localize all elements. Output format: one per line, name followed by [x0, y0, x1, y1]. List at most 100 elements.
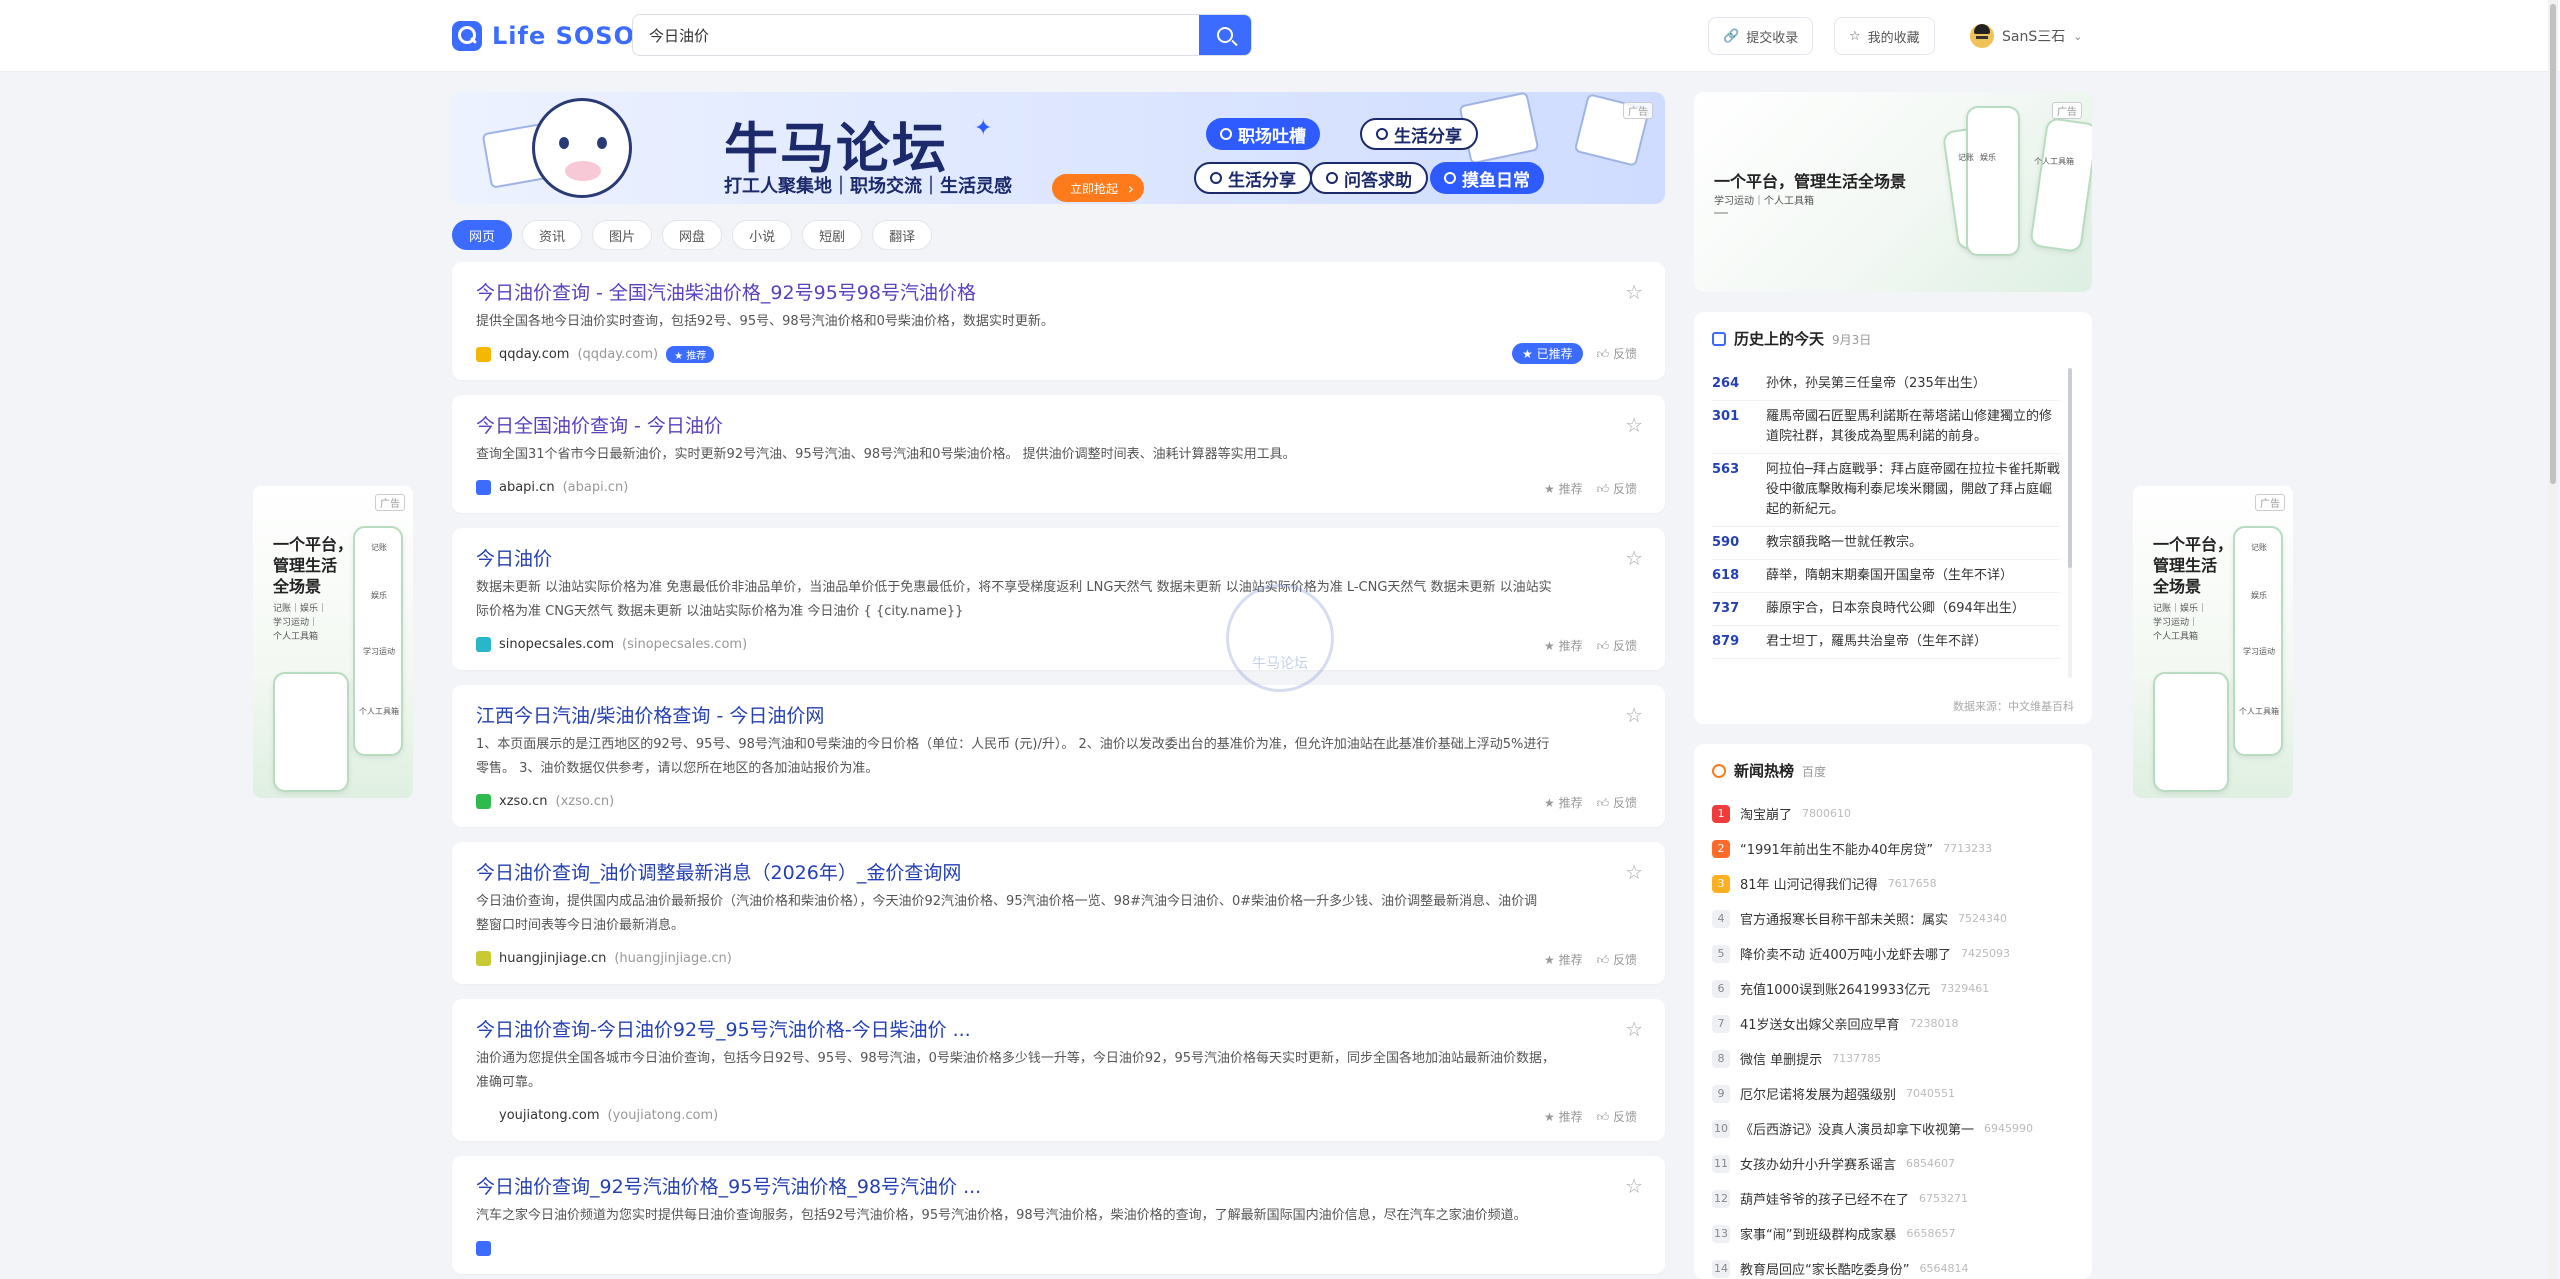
result-title-link[interactable]: 今日油价查询_油价调整最新消息（2026年）_金价查询网	[476, 860, 1641, 886]
result-site[interactable]: youjiatong.com	[499, 1108, 600, 1123]
tab-short-dramas[interactable]: 短剧	[802, 220, 863, 250]
tab-web[interactable]: 网页	[452, 220, 513, 250]
circle-icon	[1220, 128, 1232, 140]
favorite-star-icon[interactable]: ☆	[1625, 413, 1643, 437]
page-scrollbar-thumb[interactable]	[2550, 4, 2556, 484]
banner-ad[interactable]: 牛马论坛 ✦ 打工人聚集地｜职场交流｜生活灵感 立即抢起 职场吐槽 生活分享 生…	[452, 92, 1665, 204]
recommend-button[interactable]: ★ 推荐	[1544, 951, 1583, 968]
submit-site-button[interactable]: 🔗 提交收录	[1708, 17, 1814, 55]
favorite-star-icon[interactable]: ☆	[1625, 703, 1643, 727]
feedback-button[interactable]: 👍︎ 反馈	[1597, 637, 1637, 654]
list-item[interactable]: 3 81年 山河记得我们记得 7617658	[1712, 866, 2074, 901]
news-title: 降价卖不动 近400万吨小龙虾去哪了	[1740, 948, 1951, 963]
sparkle-icon: ✦	[974, 116, 993, 141]
list-item[interactable]: 1 淘宝崩了 7800610	[1712, 796, 2074, 831]
right-panel-ad[interactable]: 广告 一个平台，管理生活全场景 学习运动｜个人工具箱 记账 娱乐 个人工具箱	[1694, 92, 2092, 292]
list-item[interactable]: 10 《后西游记》没真人演员却拿下收视第一 6945990	[1712, 1111, 2074, 1146]
result-title-link[interactable]: 江西今日汽油/柴油价格查询 - 今日油价网	[476, 703, 1641, 729]
list-item[interactable]: 9 厄尔尼诺将发展为超强级别 7040551	[1712, 1076, 2074, 1111]
news-heat: 6753271	[1919, 1192, 1969, 1205]
feedback-button[interactable]: 👍︎ 反馈	[1597, 1108, 1637, 1125]
result-title-link[interactable]: 今日油价查询_92号汽油价格_95号汽油价格_98号汽油价 ...	[476, 1174, 1641, 1200]
result-meta: sinopecsales.com (sinopecsales.com)	[476, 634, 1641, 654]
left-side-ad[interactable]: 广告 一个平台， 管理生活 全场景 记账｜娱乐｜ 学习运动｜ 个人工具箱 记账 …	[253, 486, 413, 798]
thumb-icon: 👍︎	[1596, 482, 1613, 496]
my-favorites-button[interactable]: ☆ 我的收藏	[1834, 17, 1935, 55]
ad-tag: 广告	[375, 494, 405, 511]
banner-pill[interactable]: 生活分享	[1360, 118, 1478, 150]
favorite-star-icon[interactable]: ☆	[1625, 280, 1643, 304]
list-item[interactable]: 5 降价卖不动 近400万吨小龙虾去哪了 7425093	[1712, 936, 2074, 971]
news-rank: 2	[1712, 839, 1730, 858]
banner-cta-button[interactable]: 立即抢起	[1052, 174, 1145, 202]
news-heat: 6945990	[1984, 1122, 2034, 1135]
result-title-link[interactable]: 今日全国油价查询 - 今日油价	[476, 413, 1641, 439]
result-site[interactable]: abapi.cn	[499, 480, 555, 495]
phone-illustration	[273, 672, 349, 792]
banner-pill-label: 职场吐槽	[1238, 126, 1306, 147]
history-scrollbar[interactable]	[2068, 368, 2072, 678]
news-title: 官方通报寒长目称干部未关照：属实	[1740, 913, 1949, 928]
site-logo[interactable]: Life SOSO	[452, 18, 635, 54]
list-item[interactable]: 6 充值1000误到账26419933亿元 7329461	[1712, 971, 2074, 1006]
feedback-button[interactable]: 👍︎ 反馈	[1597, 480, 1637, 497]
phone-label: 娱乐	[2251, 591, 2267, 600]
phone-label: 娱乐	[371, 591, 387, 600]
banner-pill[interactable]: 摸鱼日常	[1430, 162, 1544, 194]
history-list[interactable]: 264 孙休，孙吴第三任皇帝（235年出生） 301 羅馬帝國石匠聖馬利諾斯在蒂塔諾…	[1712, 368, 2060, 659]
favorite-star-icon[interactable]: ☆	[1625, 1017, 1643, 1041]
result-site[interactable]: huangjinjiage.cn	[499, 951, 606, 966]
scrollbar-thumb[interactable]	[2068, 368, 2072, 568]
feedback-button[interactable]: 👍︎ 反馈	[1597, 794, 1637, 811]
list-item[interactable]: 590 教宗額我略一世就任教宗。	[1712, 527, 2060, 560]
user-menu[interactable]: SanS三石 ⌄	[1970, 18, 2082, 54]
tab-novels[interactable]: 小说	[732, 220, 793, 250]
recommend-button[interactable]: ★ 推荐	[1544, 1108, 1583, 1125]
list-item[interactable]: 2 “1991年前出生不能办40年房贷” 7713233	[1712, 831, 2074, 866]
search-button[interactable]	[1199, 15, 1251, 55]
list-item[interactable]: 879 君士坦丁，羅馬共治皇帝（生年不詳）	[1712, 626, 2060, 659]
result-snippet: 油价通为您提供全国各城市今日油价查询，包括今日92号、95号、98号汽油，0号柴…	[476, 1047, 1641, 1095]
result-site[interactable]: sinopecsales.com	[499, 637, 614, 652]
list-item[interactable]: 264 孙休，孙吴第三任皇帝（235年出生）	[1712, 368, 2060, 401]
tab-netdisk[interactable]: 网盘	[662, 220, 723, 250]
list-item[interactable]: 8 微信 单删提示 7137785	[1712, 1041, 2074, 1076]
tab-images[interactable]: 图片	[592, 220, 653, 250]
result-site[interactable]: xzso.cn	[499, 794, 548, 809]
banner-pill[interactable]: 生活分享	[1194, 162, 1312, 194]
banner-pill[interactable]: 问答求助	[1310, 162, 1428, 194]
news-heat: 7617658	[1887, 877, 1937, 890]
result-title-link[interactable]: 今日油价查询-今日油价92号_95号汽油价格-今日柴油价 ...	[476, 1017, 1641, 1043]
list-item[interactable]: 12 葫芦娃爷爷的孩子已经不在了 6753271	[1712, 1181, 2074, 1216]
feedback-button[interactable]: 👍︎ 反馈	[1597, 345, 1637, 362]
ad-tag: 广告	[1623, 102, 1653, 119]
recommended-button[interactable]: ★ 已推荐	[1512, 343, 1583, 364]
result-title-link[interactable]: 今日油价查询 - 全国汽油柴油价格_92号95号98号汽油价格	[476, 280, 1641, 306]
list-item[interactable]: 618 薛举，隋朝末期秦国开国皇帝（生年不详）	[1712, 560, 2060, 593]
list-item[interactable]: 14 教育局回应“家长酷吃委身份” 6564814	[1712, 1251, 2074, 1279]
favorite-star-icon[interactable]: ☆	[1625, 860, 1643, 884]
list-item[interactable]: 13 家事“闹”到班级群构成家暴 6658657	[1712, 1216, 2074, 1251]
list-item[interactable]: 7 41岁送女出嫁父亲回应早育 7238018	[1712, 1006, 2074, 1041]
recommend-button[interactable]: ★ 推荐	[1544, 637, 1583, 654]
favorite-star-icon[interactable]: ☆	[1625, 1174, 1643, 1198]
recommend-button[interactable]: ★ 推荐	[1544, 480, 1583, 497]
tab-translate[interactable]: 翻译	[872, 220, 933, 250]
phone-illustration	[1966, 106, 2020, 256]
list-item[interactable]: 737 藤原宇合，日本奈良時代公卿（694年出生）	[1712, 593, 2060, 626]
banner-pill[interactable]: 职场吐槽	[1206, 118, 1320, 150]
page-scrollbar[interactable]	[2548, 0, 2558, 1279]
list-item[interactable]: 301 羅馬帝國石匠聖馬利諾斯在蒂塔諾山修建獨立的修道院社群，其後成為聖馬利諾的前…	[1712, 401, 2060, 454]
list-item[interactable]: 11 女孩办幼升小升学赛系谣言 6854607	[1712, 1146, 2074, 1181]
list-item[interactable]: 4 官方通报寒长目称干部未关照：属实 7524340	[1712, 901, 2074, 936]
result-title-link[interactable]: 今日油价	[476, 546, 1641, 572]
right-side-ad[interactable]: 广告 一个平台， 管理生活 全场景 记账｜娱乐｜ 学习运动｜ 个人工具箱 记账 …	[2133, 486, 2293, 798]
result-site[interactable]: qqday.com	[499, 347, 569, 362]
news-rank: 5	[1712, 944, 1730, 963]
recommend-button[interactable]: ★ 推荐	[1544, 794, 1583, 811]
tab-news[interactable]: 资讯	[522, 220, 583, 250]
list-item[interactable]: 563 阿拉伯─拜占庭戰爭：拜占庭帝國在拉拉卡雀托斯戰役中徹底擊敗梅利泰尼埃米爾國…	[1712, 454, 2060, 527]
feedback-button[interactable]: 👍︎ 反馈	[1597, 951, 1637, 968]
search-input[interactable]	[633, 15, 1199, 55]
favorite-star-icon[interactable]: ☆	[1625, 546, 1643, 570]
